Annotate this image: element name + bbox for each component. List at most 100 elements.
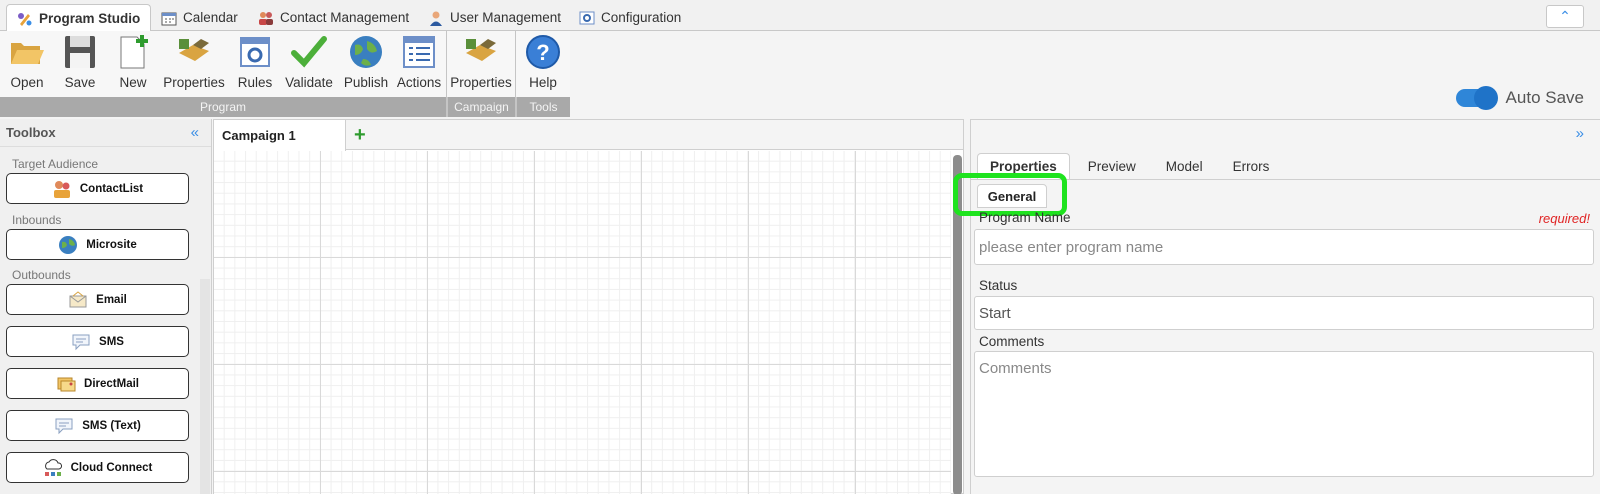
design-canvas-area: Campaign 1 + [213,119,964,494]
help-icon: ? [526,35,560,69]
rules-icon [240,37,270,67]
toolbox-panel: Toolbox « Target Audience ContactList In… [0,119,212,494]
ribbon-toolbar: Open Save New Properties Rules Validate … [0,31,570,117]
validate-button[interactable]: Validate [284,33,334,93]
add-campaign-icon[interactable]: + [354,125,366,145]
tab-label: Calendar [183,10,238,25]
calendar-icon [161,12,177,25]
program-studio-icon [18,12,32,26]
tab-program-studio[interactable]: Program Studio [6,4,152,32]
save-button[interactable]: Save [60,33,100,93]
toolbox-title: Toolbox [6,125,56,140]
toolbox-item-microsite[interactable]: Microsite [6,229,189,260]
rules-button[interactable]: Rules [235,33,275,93]
toolbox-item-label: SMS [99,335,124,348]
collapse-left-icon[interactable]: « [191,124,199,141]
group-label-tools: Tools [516,97,570,117]
tab-user-management[interactable]: User Management [418,4,571,31]
ribbon-label: New [119,75,147,90]
globe-icon [350,36,382,68]
auto-save-label: Auto Save [1505,88,1584,107]
toolbox-item-label: DirectMail [84,377,139,390]
program-name-label: Program Name [979,210,1071,225]
tab-errors[interactable]: Errors [1221,153,1282,179]
required-indicator: required! [1538,211,1590,226]
toolbox-item-label: Microsite [86,238,137,251]
toolbox-item-label: SMS (Text) [82,419,141,432]
section-inbounds: Inbounds [12,213,62,227]
checkmark-icon [291,36,327,68]
user-icon [430,11,442,26]
toolbox-item-sms[interactable]: SMS [6,326,189,357]
folder-open-icon [11,43,44,64]
program-name-input[interactable]: please enter program name [974,229,1594,265]
properties-icon [179,39,209,61]
ribbon-label: Properties [450,75,512,90]
toolbox-header: Toolbox [0,119,211,147]
open-button[interactable]: Open [7,33,47,93]
toggle-knob [1473,86,1498,110]
top-tab-bar: Program Studio Calendar Contact Manageme… [0,0,1600,32]
globe-icon [59,235,78,254]
speech-bubble-icon [55,418,73,434]
tab-label: Configuration [601,10,682,25]
contacts-icon [259,11,273,25]
collapse-header-button[interactable]: ⌃ [1546,5,1584,28]
tab-label: Program Studio [39,11,141,26]
new-button[interactable]: New [113,33,153,93]
ribbon-label: Actions [396,75,442,90]
group-label-program: Program [0,97,446,117]
ribbon-label: Save [64,75,96,90]
tab-campaign-1[interactable]: Campaign 1 [214,120,346,151]
speech-bubble-icon [72,334,90,350]
list-icon [403,36,435,68]
tab-preview[interactable]: Preview [1076,153,1148,179]
program-name-placeholder: please enter program name [979,238,1164,256]
svg-text:?: ? [536,40,549,65]
section-target-audience: Target Audience [12,157,99,171]
toolbox-scrollbar[interactable] [200,279,210,494]
comments-textarea[interactable]: Comments [974,351,1594,477]
auto-save-control: Auto Save [1455,86,1584,110]
app-window: Program Studio Calendar Contact Manageme… [0,0,1600,494]
status-field[interactable]: Start [974,296,1594,330]
campaign-properties-button[interactable]: Properties [450,33,512,93]
toolbox-item-cloud-connect[interactable]: Cloud Connect [6,452,189,483]
help-button[interactable]: ? Help [523,33,563,93]
tab-model[interactable]: Model [1154,153,1215,179]
properties-panel: » Properties Preview Model Errors Genera… [953,119,1600,494]
new-document-icon [120,35,148,69]
toolbox-item-label: Email [96,293,127,306]
tab-contact-management[interactable]: Contact Management [248,4,419,31]
tab-calendar[interactable]: Calendar [151,4,248,31]
comments-label: Comments [979,334,1045,349]
cloud-icon [44,458,62,476]
canvas-tab-bar: Campaign 1 + [214,120,963,151]
ribbon-label: Help [529,75,557,90]
program-properties-button[interactable]: Properties [163,33,225,93]
configuration-icon [579,11,595,24]
contact-list-icon [53,180,70,198]
comments-placeholder: Comments [979,360,1052,377]
tab-label: User Management [450,10,562,25]
auto-save-toggle[interactable] [1455,86,1498,110]
tab-label: Contact Management [280,10,410,25]
toolbox-item-directmail[interactable]: DirectMail [6,368,189,399]
ribbon-label: Validate [285,75,333,90]
ribbon-label: Open [10,75,44,90]
section-outbounds: Outbounds [12,268,71,282]
status-value: Start [979,304,1011,322]
toolbox-item-contactlist[interactable]: ContactList [6,173,189,204]
tab-configuration[interactable]: Configuration [569,4,691,31]
toolbox-item-label: ContactList [79,182,144,195]
canvas-grid[interactable] [214,151,951,494]
toolbox-item-sms-text[interactable]: SMS (Text) [6,410,189,441]
status-label: Status [979,278,1018,293]
toolbox-item-email[interactable]: Email [6,284,189,315]
canvas-tab-label: Campaign 1 [222,128,296,143]
collapse-right-icon[interactable]: » [1576,125,1584,142]
actions-button[interactable]: Actions [396,33,442,93]
publish-button[interactable]: Publish [343,33,389,93]
group-label-campaign: Campaign [447,97,515,117]
envelope-icon [69,290,87,307]
